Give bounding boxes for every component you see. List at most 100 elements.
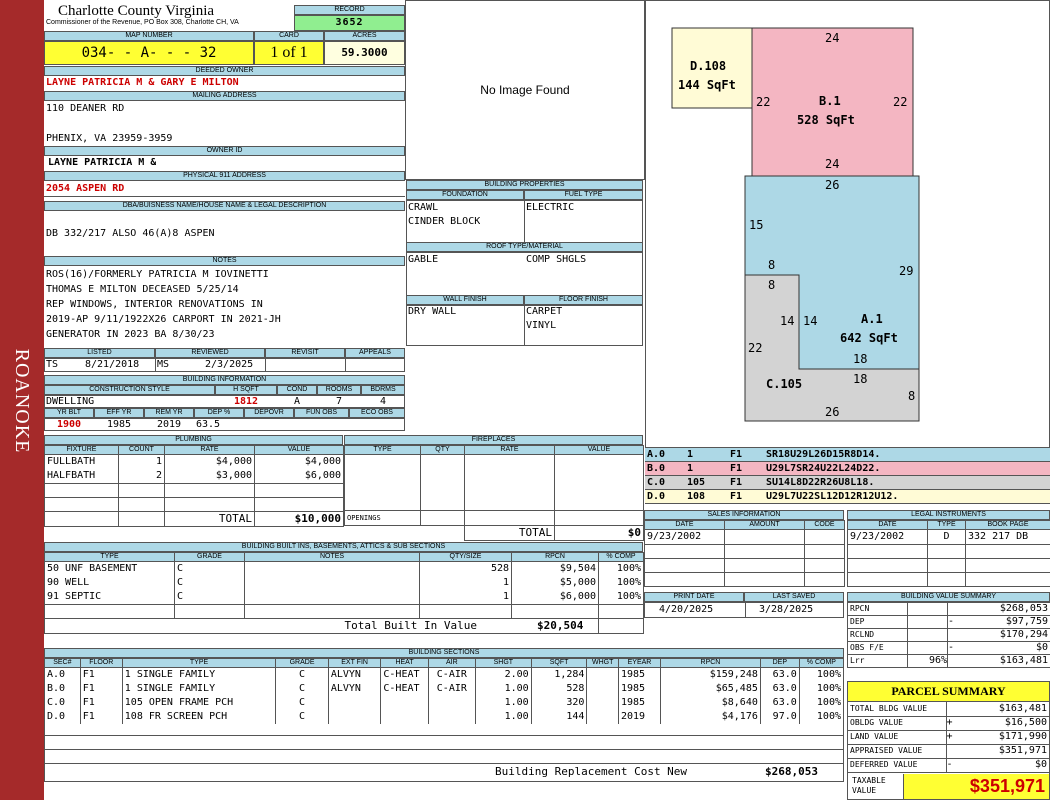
comp: 100% [798,710,845,724]
legend-code: SU14L8D22R26U8L18. [766,477,875,488]
sections-header: AIR [427,658,476,668]
table-row: APPRAISED VALUE $351,971 [848,744,1049,758]
notes [244,576,420,590]
notes-line: ROS(16)/FORMERLY PATRICIA M IOVINETTI [46,269,269,280]
heat: C-HEAT [380,667,429,682]
dim-label: 24 [825,31,839,45]
dim-label: 26 [825,178,839,192]
type: 1 SINGLE FAMILY [121,667,277,682]
plumbing-header: COUNT [118,445,165,455]
dim-label: 26 [825,405,839,419]
bldg-info-header2: EFF YR [94,408,144,418]
deeded-owner-label: DEEDED OWNER [44,66,405,76]
area-label: B.1 [819,94,841,108]
bvs-value: $163,481 [999,655,1048,666]
bvs-sign [947,628,963,642]
bvs-sign: - [947,615,963,629]
whgt [586,696,619,710]
builtins-header: NOTES [244,552,420,562]
sales-header: CODE [804,520,845,530]
plumbing-header: VALUE [254,445,344,455]
legend-n: 1 [687,449,694,460]
air [427,696,476,710]
sec: D.0 [44,710,81,724]
builtins-header: GRADE [174,552,245,562]
sketch-area: D.108 144 SqFt B.1 528 SqFt A.1 642 SqFt… [645,0,1050,448]
bldg-info-header2: REM YR [144,408,194,418]
table-row: RPCN $268,053 [847,602,1050,616]
bldg-info-header2: DEP % [194,408,244,418]
parcel-key: APPRAISED VALUE [848,744,947,758]
legend-code: U29L7SR24U22L24D22. [766,463,881,474]
sections-header: % COMP [798,658,845,668]
print-date-label: PRINT DATE [644,592,744,602]
parcel-key: OBLDG VALUE [848,716,947,730]
dep-pct: 63.5 [196,419,221,430]
bvs-sign [947,654,963,668]
type: 91 SEPTIC [44,590,175,605]
shgt: 1.00 [474,696,532,710]
dim-label: 8 [768,278,775,292]
legend-row: D.0 108 F1 U29L7U22SL12D12R12U12. [645,490,1050,504]
table-row: HALFBATH 2 $3,000 $6,000 [44,469,344,484]
condition: A [293,396,301,407]
plumbing: PLUMBING FIXTURE COUNT RATE VALUE FULLBATH 1… [44,435,344,527]
dba-value: DB 332/217 ALSO 46(A)8 ASPEN [46,228,215,239]
dim-label: 18 [853,372,867,386]
table-row: FULLBATH 1 $4,000 $4,000 [44,454,344,469]
bedrooms: 4 [379,396,387,407]
map-number: 034- - A- - - 32 [44,41,254,65]
type: 108 FR SCREEN PCH [121,710,277,724]
rpcn: $65,485 [660,682,761,696]
notes-label: NOTES [44,256,405,266]
heat [380,696,429,710]
bvs-label: BUILDING VALUE SUMMARY [847,592,1050,602]
sections-header: RPCN [660,658,761,668]
fireplaces-total: $0 [554,525,644,541]
table-row: RCLND $170,294 [847,628,1050,642]
comp: 100% [598,590,644,605]
building-properties: BUILDING PROPERTIES FOUNDATION FUEL TYPE… [406,180,643,347]
card-label: CARD [254,31,324,41]
ext-fin: ALVYN [327,682,382,696]
sections-header: FLOOR [79,658,123,668]
plumbing-total: $10,000 [254,511,344,527]
sale-amount [724,529,805,545]
sales-label: SALES INFORMATION [644,510,844,520]
grade: C [174,576,245,590]
bldg-info-header: H SQFT [215,385,277,395]
sec: C.0 [44,696,81,710]
floor-finish-1: CARPET [526,306,563,317]
bldg-info: CONSTRUCTION STYLE H SQFT COND ROOMS BDR… [44,385,405,433]
listed-label: LISTED [44,348,155,358]
grade: C [174,561,245,576]
foundation-1: CRAWL [408,202,439,213]
roof-type: GABLE [408,254,439,265]
comp: 100% [798,667,845,682]
mailing-label: MAILING ADDRESS [44,91,405,101]
sales-info: SALES INFORMATION DATE AMOUNT CODE 9/23/20… [644,510,845,587]
reviewed-label: REVIEWED [155,348,265,358]
bldg-info-header2: FUN OBS [294,408,349,418]
county-subtitle: Commissioner of the Revenue, PO Box 308,… [46,19,239,26]
bvs-key: OBS F/E [847,641,908,655]
bvs-key: RPCN [847,602,908,616]
fixture: FULLBATH [44,454,119,469]
sections-header: WHGT [586,658,619,668]
whgt [586,682,619,696]
bldg-info-header: COND [277,385,317,395]
notes-line: REP WINDOWS, INTERIOR RENOVATIONS IN [46,299,263,310]
dep: 63.0 [759,696,800,710]
legend-code: SR18U29L26D15R8D14. [766,449,881,460]
comp: 100% [598,561,644,576]
rpcn: $159,248 [660,667,761,682]
area-sqft: 642 SqFt [840,331,898,345]
legal-header: DATE [847,520,928,530]
qty: 1 [419,590,512,605]
notes-line: THOMAS E MILTON DECEASED 5/25/14 [46,284,239,295]
bldg-info-header: ROOMS [317,385,361,395]
sec: B.0 [44,682,81,696]
builtins-header: % COMP [598,552,644,562]
parcel-sign: + [946,717,953,728]
bvs-value: $268,053 [999,603,1048,614]
